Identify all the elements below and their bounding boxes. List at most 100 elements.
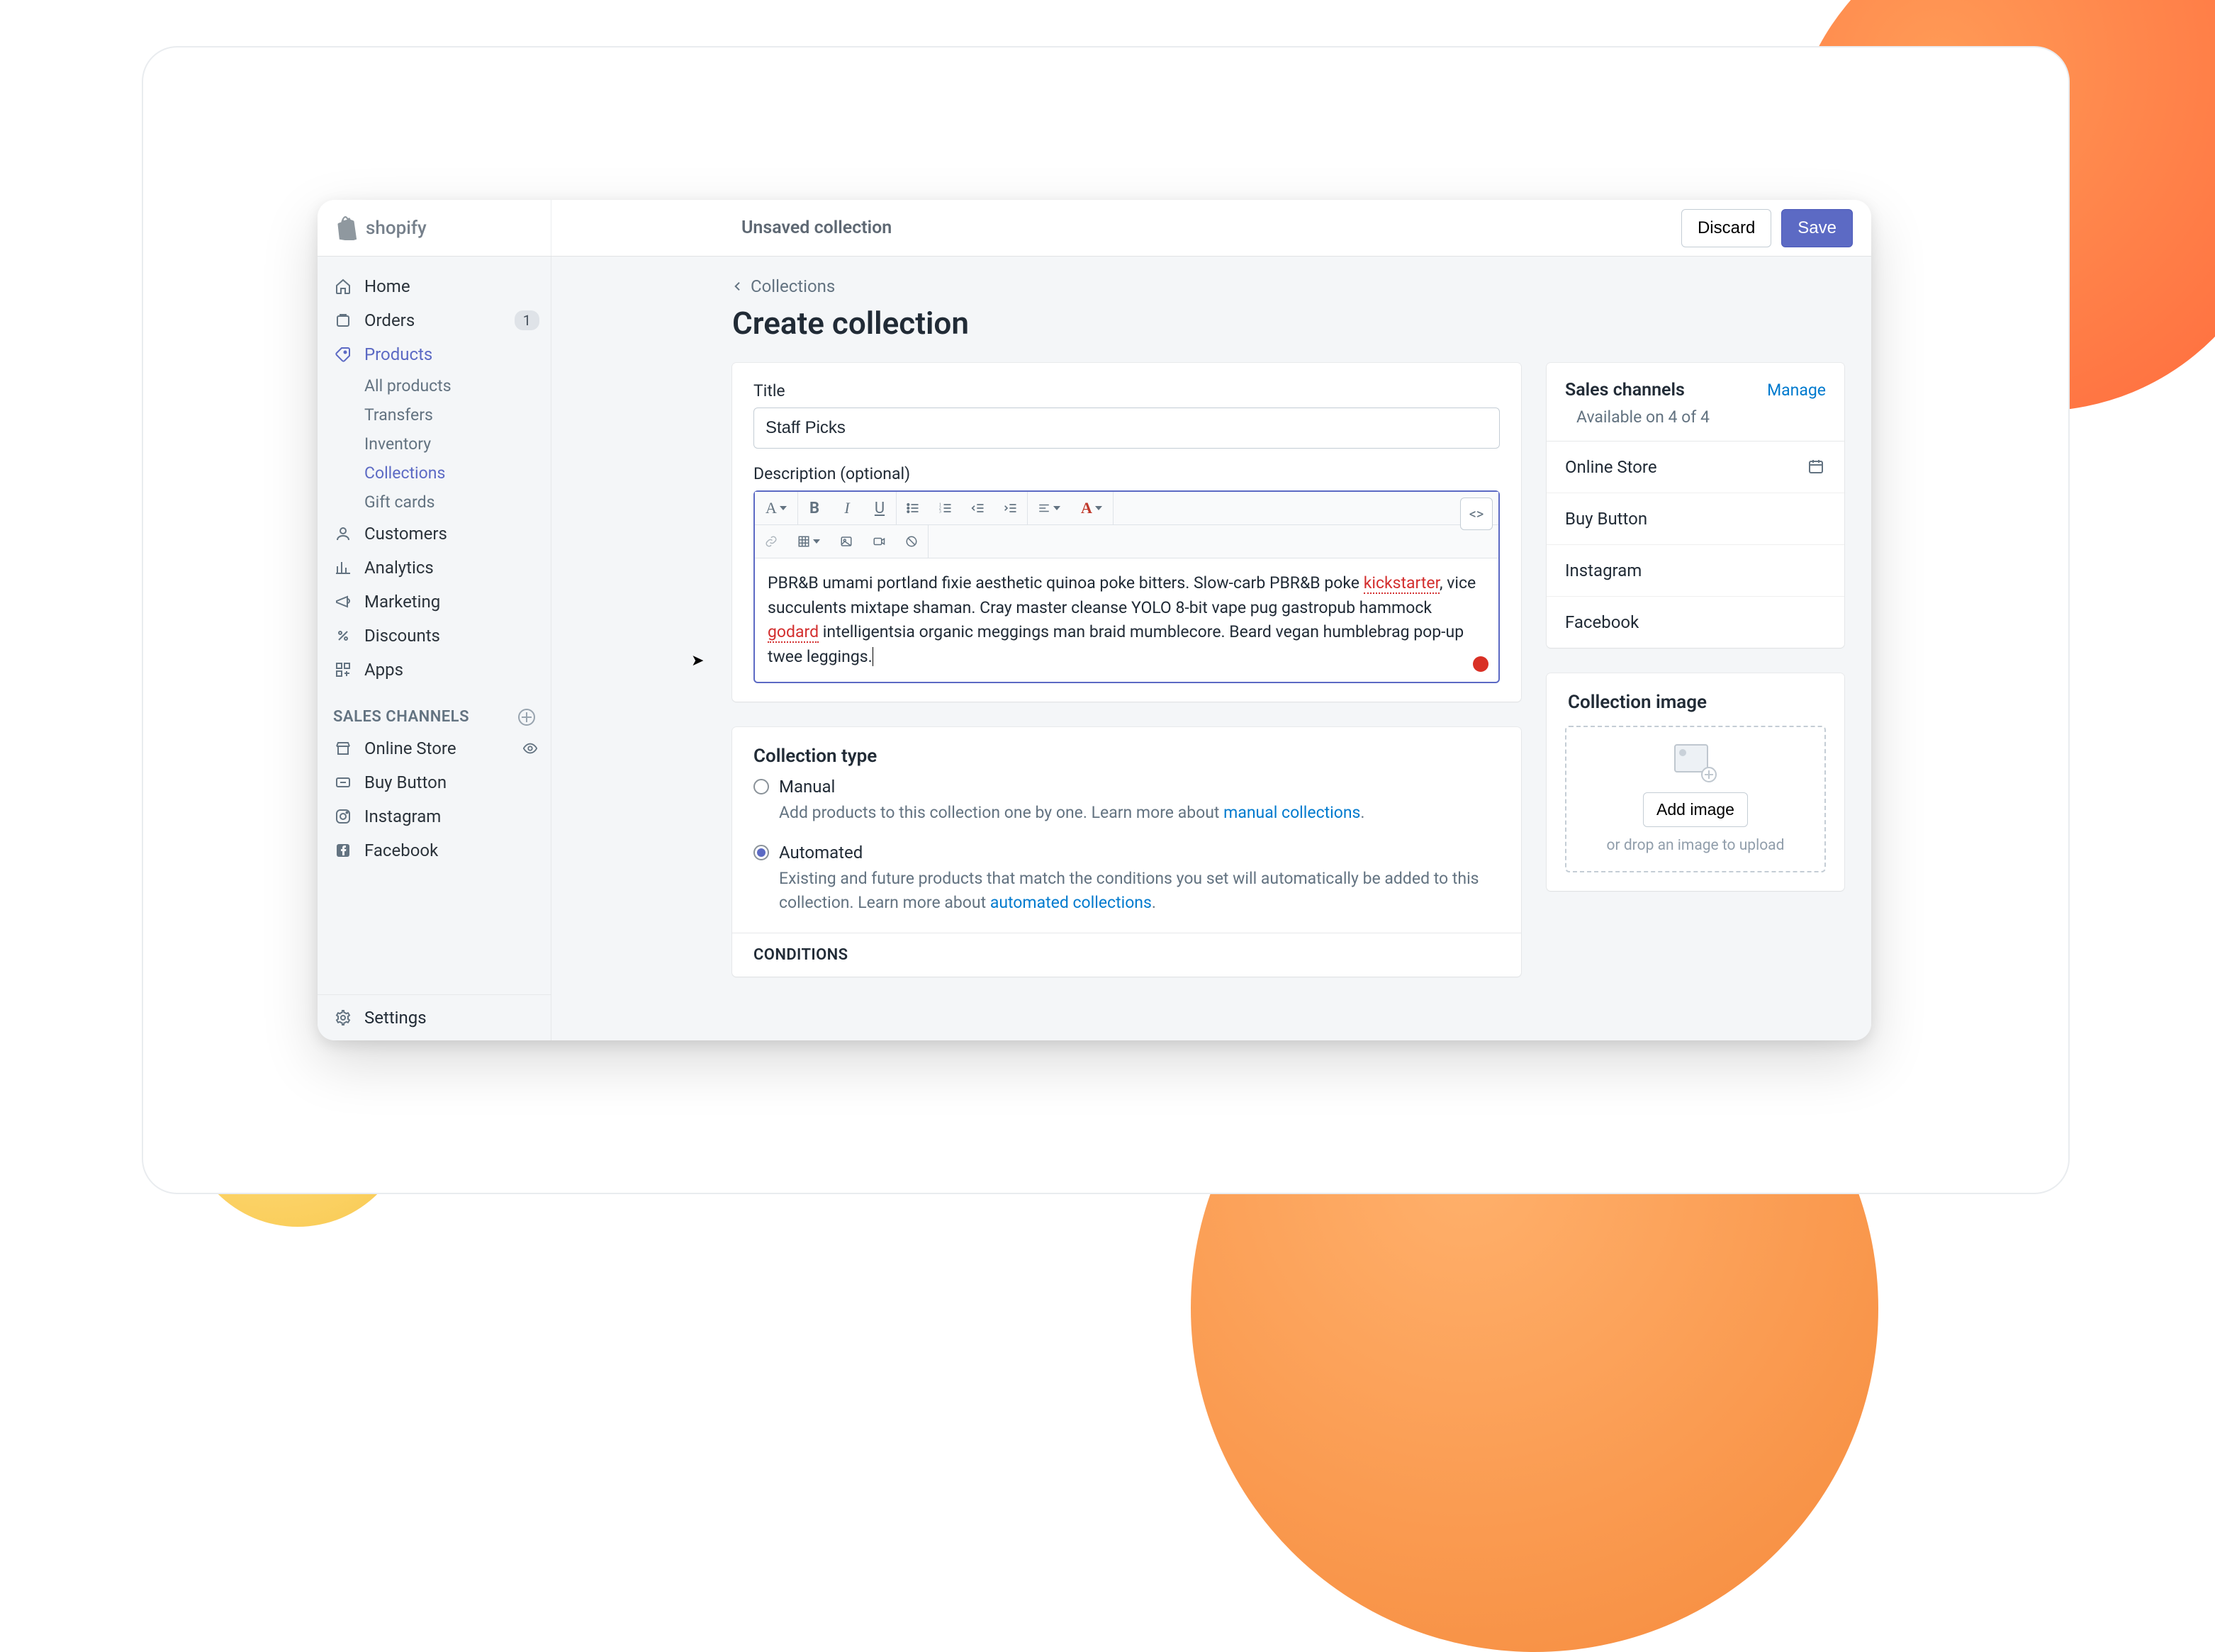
sidebar-channel-facebook[interactable]: Facebook — [318, 833, 551, 867]
breadcrumb[interactable]: Collections — [732, 276, 1844, 296]
gear-icon — [333, 1008, 353, 1028]
clear-format-button[interactable] — [895, 525, 928, 558]
availability-text: Available on 4 of 4 — [1547, 408, 1844, 441]
bullet-list-button[interactable] — [897, 492, 929, 524]
sidebar-item-label: Customers — [364, 524, 539, 544]
subnav-inventory[interactable]: Inventory — [364, 429, 551, 459]
indent-button[interactable] — [994, 492, 1027, 524]
nav: Home Orders 1 Products All products Tran… — [318, 257, 551, 994]
link-button — [755, 525, 787, 558]
subnav-transfers[interactable]: Transfers — [364, 400, 551, 429]
topbar-middle: Unsaved collection — [551, 218, 1681, 238]
collection-type-card: Collection type Manual Add products to t… — [732, 727, 1521, 977]
font-family-dropdown[interactable]: A — [755, 492, 797, 524]
sidebar-item-products[interactable]: Products — [318, 337, 551, 371]
radio-icon — [753, 779, 769, 794]
sidebar-item-home[interactable]: Home — [318, 269, 551, 303]
title-label: Title — [753, 381, 1500, 400]
settings-label: Settings — [364, 1008, 427, 1028]
automated-help-text: Existing and future products that match … — [732, 862, 1521, 916]
view-store-icon[interactable] — [521, 739, 539, 758]
manual-radio-label: Manual — [779, 777, 835, 797]
marketing-icon — [333, 592, 353, 612]
manage-channels-link[interactable]: Manage — [1767, 381, 1826, 400]
add-image-button[interactable]: Add image — [1643, 792, 1748, 827]
page-status-title: Unsaved collection — [741, 218, 892, 238]
manual-collections-link[interactable]: manual collections — [1223, 803, 1360, 822]
italic-button[interactable]: I — [831, 492, 863, 524]
home-icon — [333, 276, 353, 296]
title-input[interactable] — [753, 408, 1500, 449]
topbar: shopify Unsaved collection Discard Save — [318, 200, 1871, 257]
bold-button[interactable]: B — [798, 492, 831, 524]
save-button[interactable]: Save — [1781, 209, 1853, 247]
brand[interactable]: shopify — [318, 200, 551, 256]
subnav-all-products[interactable]: All products — [364, 371, 551, 400]
rich-text-editor: <> A B I U 123 — [753, 490, 1500, 683]
sidebar-item-label: Orders — [364, 310, 503, 330]
code-view-toggle[interactable]: <> — [1460, 498, 1493, 530]
image-button[interactable] — [830, 525, 863, 558]
sidebar-item-label: Facebook — [364, 841, 539, 860]
sidebar-item-settings[interactable]: Settings — [318, 994, 551, 1040]
channel-online-store[interactable]: Online Store — [1547, 442, 1844, 493]
sidebar-item-discounts[interactable]: Discounts — [318, 619, 551, 653]
title-card: Title Description (optional) <> A B I — [732, 363, 1521, 702]
sidebar-channel-buy-button[interactable]: Buy Button — [318, 765, 551, 799]
outdent-button[interactable] — [962, 492, 994, 524]
topbar-actions: Discard Save — [1681, 209, 1871, 247]
image-dropzone[interactable]: Add image or drop an image to upload — [1565, 726, 1826, 872]
brand-name: shopify — [366, 218, 427, 239]
subnav-collections[interactable]: Collections — [364, 459, 551, 488]
mouse-cursor-icon: ➤ — [691, 652, 704, 670]
add-channel-icon[interactable] — [518, 709, 535, 726]
sidebar-item-label: Instagram — [364, 807, 539, 826]
numbered-list-button[interactable]: 123 — [929, 492, 962, 524]
automated-collections-link[interactable]: automated collections — [990, 893, 1152, 912]
orders-badge: 1 — [515, 310, 539, 330]
description-textarea[interactable]: PBR&B umami portland fixie aesthetic qui… — [755, 558, 1498, 682]
breadcrumb-label: Collections — [751, 276, 835, 296]
calendar-icon[interactable] — [1807, 458, 1826, 476]
svg-text:3: 3 — [939, 510, 941, 515]
orders-icon — [333, 310, 353, 330]
sidebar-item-apps[interactable]: Apps — [318, 653, 551, 687]
sidebar: Home Orders 1 Products All products Tran… — [318, 257, 551, 1040]
manual-help-text: Add products to this collection one by o… — [732, 797, 1521, 826]
customers-icon — [333, 524, 353, 544]
sidebar-item-customers[interactable]: Customers — [318, 517, 551, 551]
buy-button-icon — [333, 772, 353, 792]
editor-toolbar-row-2 — [755, 525, 1498, 558]
radio-icon — [753, 845, 769, 860]
text-color-dropdown[interactable]: A — [1070, 492, 1113, 524]
description-label: Description (optional) — [753, 464, 1500, 483]
automated-radio-row[interactable]: Automated — [732, 833, 1521, 862]
side-column: Sales channels Manage Available on 4 of … — [1547, 363, 1844, 977]
recording-indicator-icon — [1473, 656, 1488, 672]
channel-instagram[interactable]: Instagram — [1547, 545, 1844, 597]
sidebar-item-marketing[interactable]: Marketing — [318, 585, 551, 619]
channel-buy-button[interactable]: Buy Button — [1547, 493, 1844, 545]
video-button[interactable] — [863, 525, 895, 558]
products-icon — [333, 344, 353, 364]
sidebar-item-label: Apps — [364, 660, 539, 680]
sidebar-channel-online-store[interactable]: Online Store — [318, 731, 551, 765]
shopify-logo-icon — [337, 216, 359, 240]
underline-button[interactable]: U — [863, 492, 896, 524]
main-column: Title Description (optional) <> A B I — [732, 363, 1521, 977]
channel-facebook[interactable]: Facebook — [1547, 597, 1844, 648]
sidebar-item-orders[interactable]: Orders 1 — [318, 303, 551, 337]
sidebar-item-analytics[interactable]: Analytics — [318, 551, 551, 585]
manual-radio-row[interactable]: Manual — [732, 767, 1521, 797]
align-dropdown[interactable] — [1028, 492, 1070, 524]
chevron-left-icon — [732, 281, 744, 292]
sidebar-channel-instagram[interactable]: Instagram — [318, 799, 551, 833]
subnav-gift-cards[interactable]: Gift cards — [364, 488, 551, 517]
products-subnav: All products Transfers Inventory Collect… — [318, 371, 551, 517]
instagram-icon — [333, 807, 353, 826]
sales-channels-title: Sales channels — [1565, 380, 1685, 400]
discard-button[interactable]: Discard — [1681, 209, 1771, 247]
table-dropdown[interactable] — [787, 525, 830, 558]
sidebar-item-label: Buy Button — [364, 772, 539, 792]
app-window: shopify Unsaved collection Discard Save … — [318, 200, 1871, 1040]
